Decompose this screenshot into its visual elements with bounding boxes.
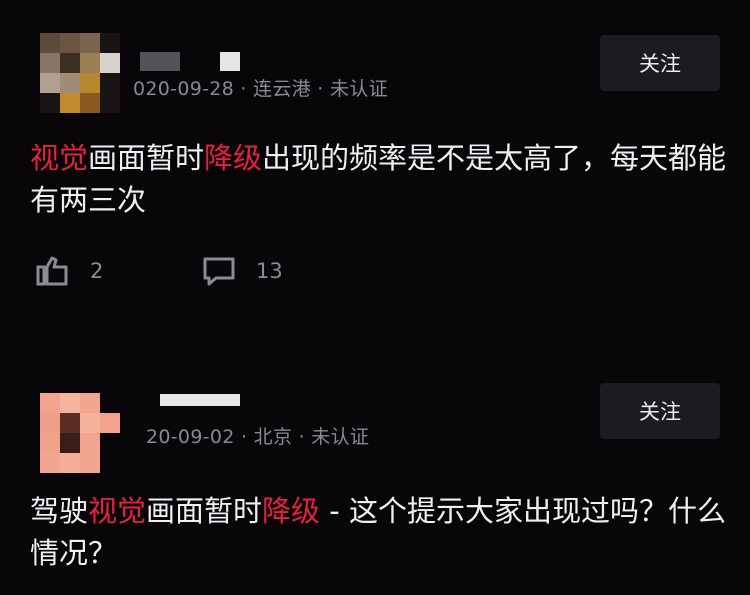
username-pixelated[interactable] (160, 394, 240, 406)
keyword-highlight: 降级 (204, 141, 263, 175)
keyword-highlight: 视觉 (30, 141, 89, 175)
follow-button[interactable]: 关注 (600, 383, 720, 439)
avatar[interactable] (40, 33, 120, 113)
avatar[interactable] (40, 393, 120, 473)
reply-button[interactable]: 13 (202, 256, 283, 286)
comment-meta: 020-09-28 · 连云港 · 未认证 (133, 78, 388, 100)
username-pixelated[interactable] (140, 52, 180, 71)
keyword-highlight: 降级 (262, 494, 321, 528)
body-text-segment: 画面暂时 (146, 494, 263, 528)
follow-button[interactable]: 关注 (600, 35, 720, 91)
comment-meta: 20-09-02 · 北京 · 未认证 (146, 426, 370, 448)
like-count: 2 (90, 259, 104, 283)
body-text-segment: 驾驶 (30, 494, 89, 528)
keyword-highlight: 视觉 (88, 494, 147, 528)
reply-count: 13 (256, 259, 283, 283)
comment-icon (203, 257, 235, 286)
like-button[interactable]: 2 (36, 256, 103, 286)
thumbs-up-icon (36, 256, 68, 286)
body-text-segment: 画面暂时 (88, 141, 205, 175)
comment-body: 视觉画面暂时降级出现的频率是不是太高了，每天都能有两三次 (30, 137, 730, 221)
comment-body: 驾驶视觉画面暂时降级 - 这个提示大家出现过吗？什么情况？ (30, 490, 730, 574)
username-pixelated[interactable] (220, 52, 240, 71)
